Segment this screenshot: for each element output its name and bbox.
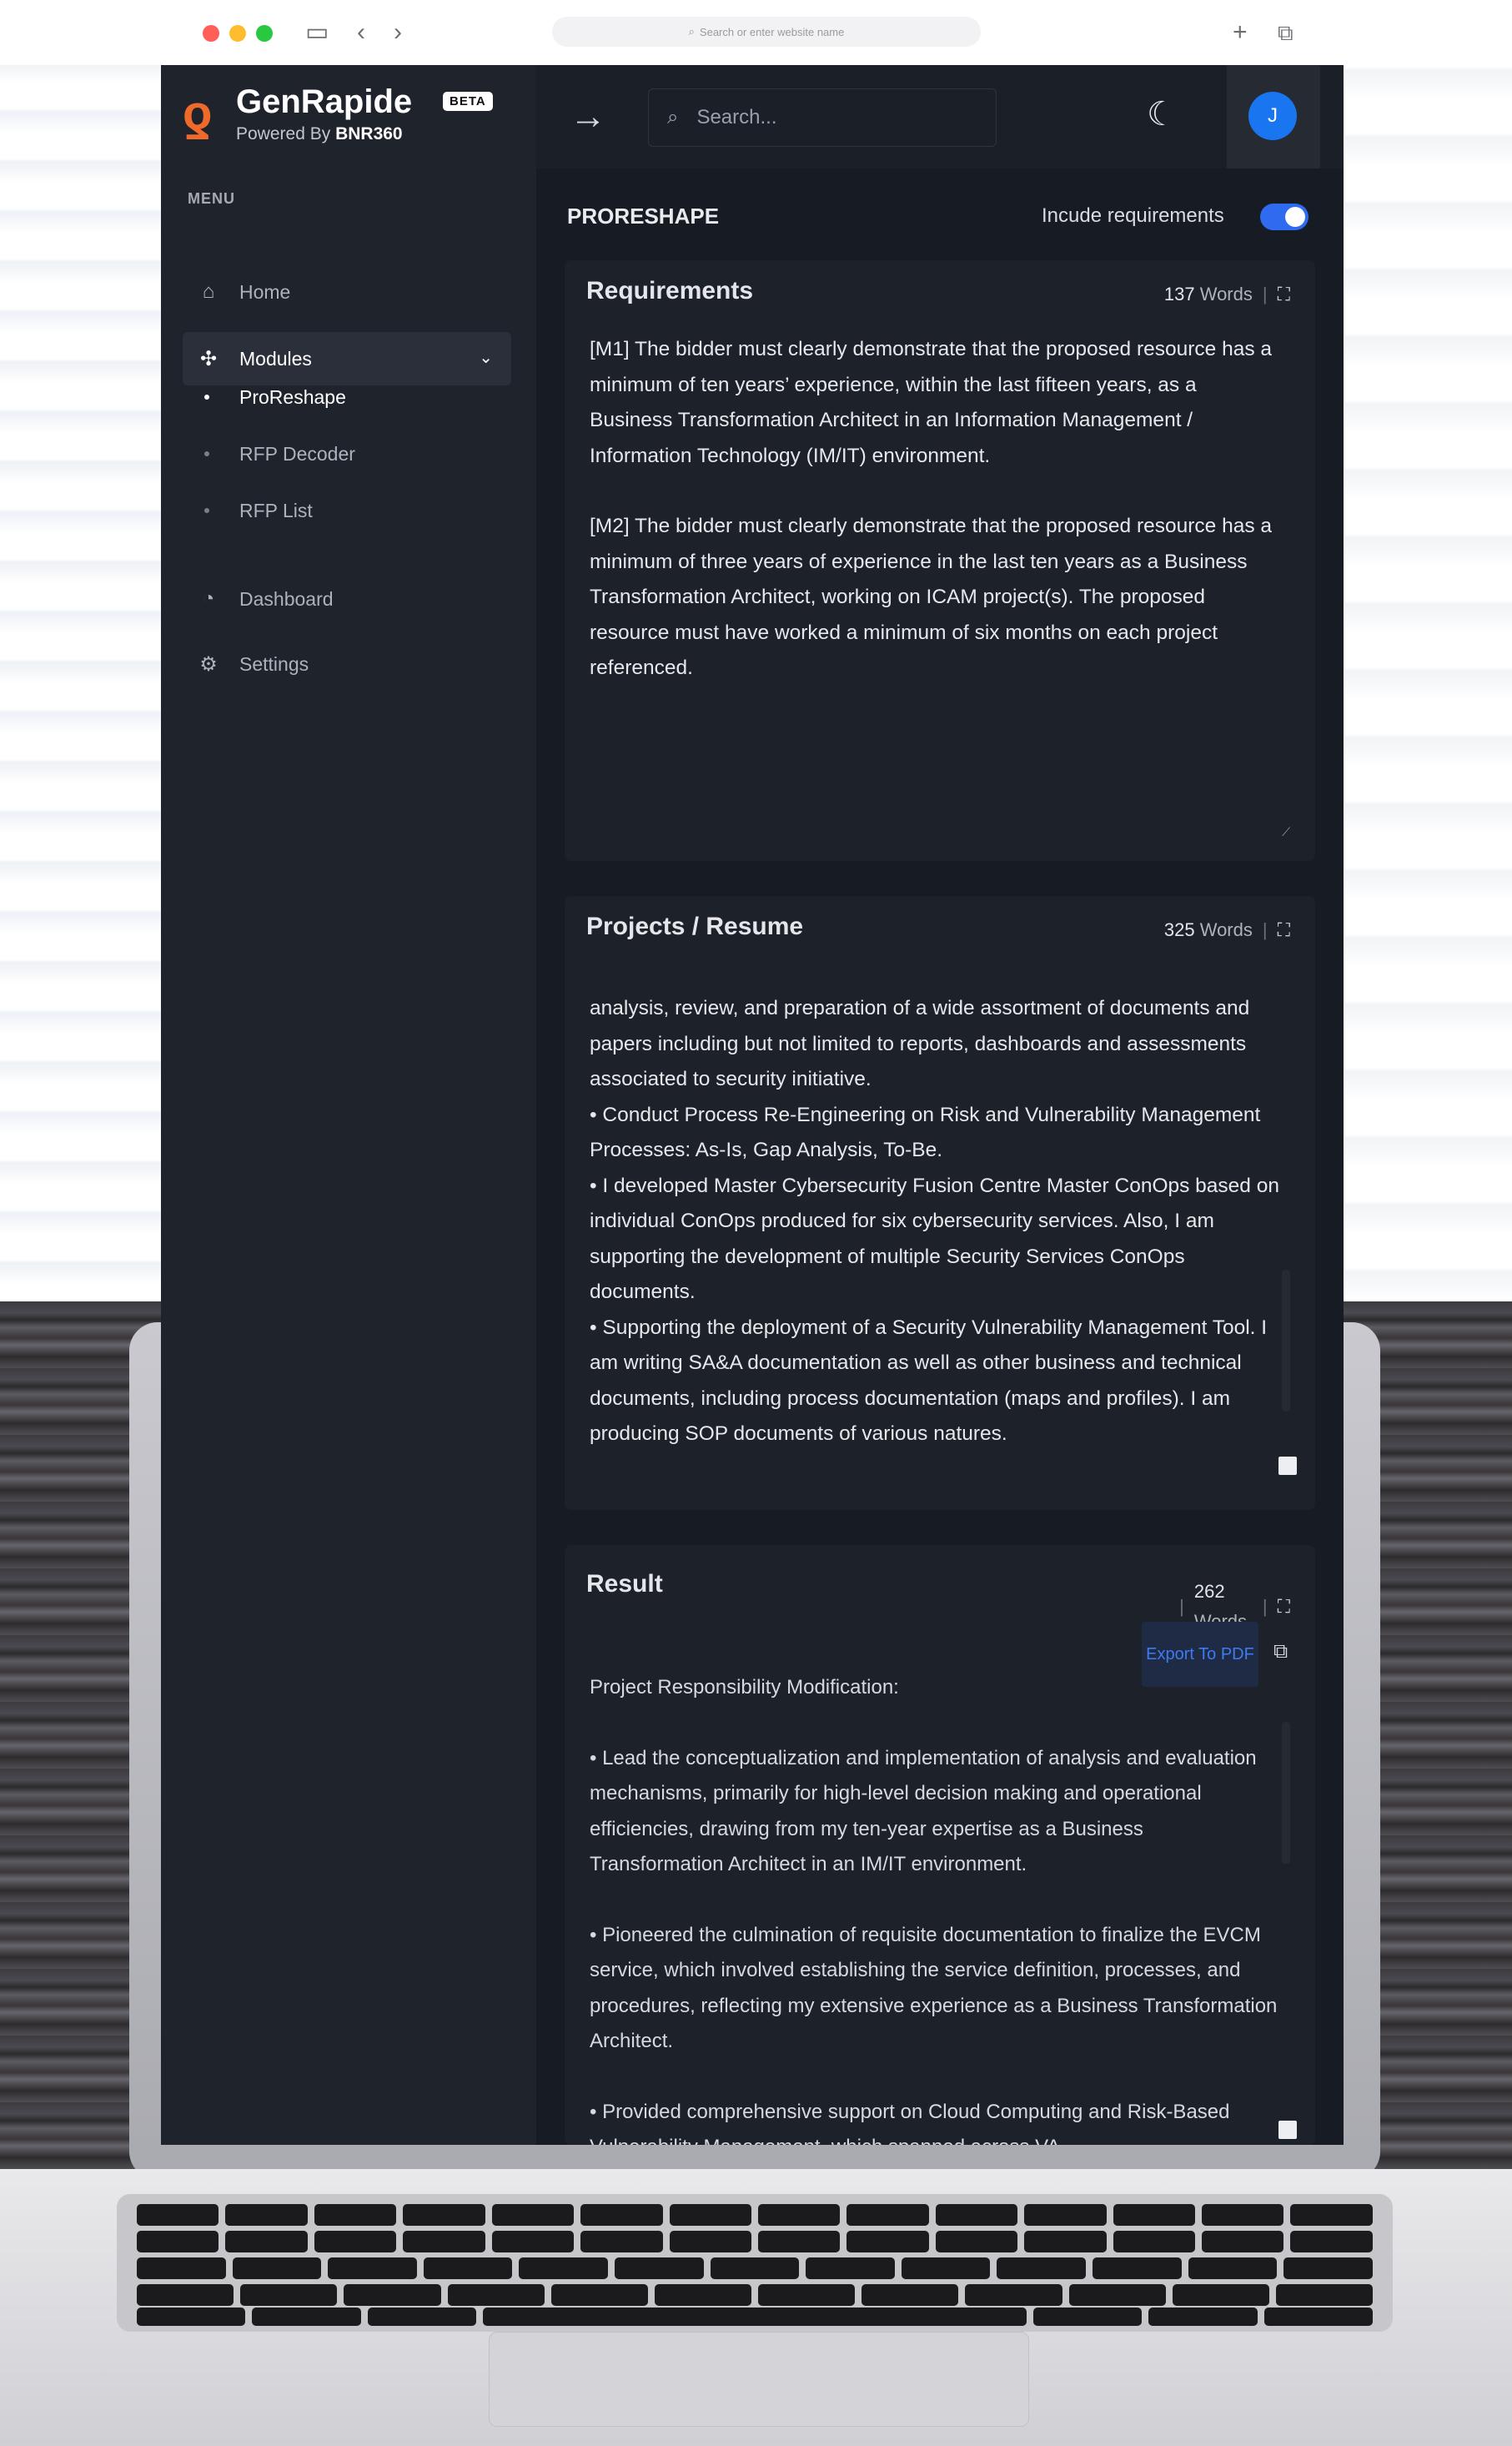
genrapide-logo-icon: ƍ — [183, 86, 213, 140]
sidebar-item-label: Home — [239, 280, 291, 303]
requirements-word-count: 137 Words | ⛶ — [1164, 284, 1290, 305]
brand-name: GenRapide — [236, 83, 413, 120]
powered-prefix: Powered By — [236, 124, 331, 143]
sidebar-subitem-label: RFP Decoder — [239, 442, 355, 465]
result-paragraph: • Lead the conceptualization and impleme… — [590, 1746, 1257, 1876]
new-tab-icon[interactable]: + — [1233, 18, 1248, 47]
maximize-window-button[interactable] — [256, 25, 273, 42]
trackpad — [489, 2332, 1029, 2427]
sidebar-subitem-proreshape[interactable]: ProReshape — [204, 379, 346, 415]
result-textarea[interactable]: Project Responsibility Modification: • L… — [590, 1670, 1282, 2145]
resize-handle-icon[interactable] — [1278, 1457, 1297, 1475]
browser-toolbar: ▭ ‹ › ⌕ Search or enter website name + ⧉ — [0, 0, 1512, 65]
divider: | — [1262, 284, 1268, 304]
expand-icon[interactable]: ⛶ — [1278, 284, 1290, 305]
divider: | — [1179, 1596, 1184, 1617]
divider: | — [1262, 919, 1268, 940]
chevron-down-icon: ⌄ — [479, 349, 493, 367]
resume-line: analysis, review, and preparation of a w… — [590, 997, 1250, 1090]
collapse-sidebar-arrow-icon[interactable]: → — [570, 98, 606, 135]
app-screen: ƍ GenRapide BETA Powered By BNR360 MENU … — [161, 65, 1344, 2145]
search-placeholder: Search... — [696, 106, 777, 128]
sidebar-item-label: Settings — [239, 652, 309, 675]
sidebar-subitem-rfp-list[interactable]: RFP List — [204, 492, 313, 529]
key-row — [137, 2284, 1374, 2306]
menu-label: MENU — [188, 190, 235, 207]
include-requirements-toggle[interactable] — [1260, 204, 1309, 230]
bullet-icon — [204, 508, 209, 513]
sidebar-subitem-label: ProReshape — [239, 385, 346, 408]
powered-name: BNR360 — [335, 124, 403, 143]
result-title: Result — [586, 1570, 663, 1598]
requirement-paragraph: [M1] The bidder must clearly demonstrate… — [590, 338, 1273, 467]
minimize-window-button[interactable] — [229, 25, 246, 42]
forward-icon[interactable]: › — [394, 18, 402, 47]
resume-line: • Supporting the deployment of a Securit… — [590, 1316, 1268, 1446]
puzzle-icon: ✣ — [199, 347, 218, 370]
back-icon[interactable]: ‹ — [357, 18, 365, 47]
result-paragraph: • Provided comprehensive support on Clou… — [590, 2100, 1230, 2146]
beta-badge: BETA — [443, 92, 493, 111]
sidebar-toggle-icon[interactable]: ▭ — [305, 18, 329, 47]
resume-line: • Conduct Process Re-Engineering on Risk… — [590, 1103, 1261, 1162]
bullet-icon — [204, 395, 209, 400]
gear-icon: ⚙ — [199, 652, 218, 676]
sidebar-item-label: Dashboard — [239, 587, 334, 610]
resize-handle-icon[interactable]: ⟋ — [1282, 825, 1290, 839]
bullet-icon — [204, 451, 209, 456]
expand-icon[interactable]: ⛶ — [1278, 1596, 1290, 1618]
divider: | — [1262, 1596, 1268, 1617]
include-requirements-label: Incude requirements — [1042, 204, 1224, 227]
sidebar-item-modules[interactable]: ✣ Modules ⌄ — [183, 332, 511, 385]
sidebar-item-label: Modules — [239, 347, 312, 370]
scrollbar[interactable] — [1282, 1722, 1290, 1864]
word-count-value: 325 — [1163, 919, 1195, 940]
page-title: PRORESHAPE — [567, 204, 720, 229]
words-label: Words — [1199, 919, 1253, 940]
sidebar-item-dashboard[interactable]: ◔ Dashboard — [183, 572, 511, 626]
export-pdf-button[interactable]: Export To PDF — [1142, 1622, 1258, 1687]
result-paragraph: • Pioneered the culmination of requisite… — [590, 1923, 1278, 2053]
projects-textarea[interactable]: analysis, review, and preparation of a w… — [590, 991, 1282, 1452]
resize-handle-icon[interactable] — [1278, 2121, 1297, 2139]
scrollbar[interactable] — [1282, 1270, 1290, 1412]
projects-panel: Projects / Resume 325 Words | ⛶ analysis… — [565, 896, 1315, 1510]
sidebar-item-home[interactable]: ⌂ Home — [183, 265, 511, 319]
search-icon: ⌕ — [688, 25, 695, 38]
background-left — [0, 33, 167, 1285]
word-count-value: 262 — [1193, 1581, 1225, 1602]
key-row — [137, 2231, 1373, 2252]
resume-line: • I developed Master Cybersecurity Fusio… — [590, 1174, 1279, 1304]
url-bar[interactable]: ⌕ Search or enter website name — [552, 17, 981, 47]
url-placeholder: Search or enter website name — [699, 25, 845, 38]
gauge-icon: ◔ — [202, 587, 215, 610]
requirements-textarea[interactable]: [M1] The bidder must clearly demonstrate… — [590, 332, 1282, 722]
projects-word-count: 325 Words | ⛶ — [1164, 919, 1290, 941]
requirements-panel: Requirements 137 Words | ⛶ [M1] The bidd… — [565, 260, 1315, 861]
requirement-paragraph: [M2] The bidder must clearly demonstrate… — [590, 515, 1273, 679]
key-row — [137, 2308, 1373, 2326]
search-input[interactable]: ⌕ Search... — [648, 88, 997, 147]
sidebar: ƍ GenRapide BETA Powered By BNR360 MENU … — [161, 65, 536, 2145]
sidebar-subitem-rfp-decoder[interactable]: RFP Decoder — [204, 435, 355, 472]
key-row — [137, 2257, 1373, 2279]
home-icon: ⌂ — [202, 280, 215, 303]
words-label: Words — [1199, 284, 1253, 304]
background-right — [1345, 33, 1512, 1301]
sidebar-subitem-label: RFP List — [239, 499, 313, 521]
search-icon: ⌕ — [667, 106, 679, 128]
key-row — [137, 2204, 1373, 2226]
close-window-button[interactable] — [203, 25, 219, 42]
tabs-overview-icon[interactable]: ⧉ — [1278, 18, 1293, 47]
copy-icon[interactable]: ⧉ — [1273, 1640, 1288, 1663]
word-count-value: 137 — [1163, 284, 1195, 304]
powered-by: Powered By BNR360 — [236, 124, 403, 144]
projects-title: Projects / Resume — [586, 913, 804, 940]
expand-icon[interactable]: ⛶ — [1278, 919, 1290, 941]
dark-mode-toggle-icon[interactable]: ☾ — [1147, 95, 1177, 133]
requirements-title: Requirements — [586, 277, 754, 304]
sidebar-item-settings[interactable]: ⚙ Settings — [183, 637, 511, 691]
avatar[interactable]: J — [1248, 92, 1297, 140]
keyboard — [117, 2194, 1393, 2332]
